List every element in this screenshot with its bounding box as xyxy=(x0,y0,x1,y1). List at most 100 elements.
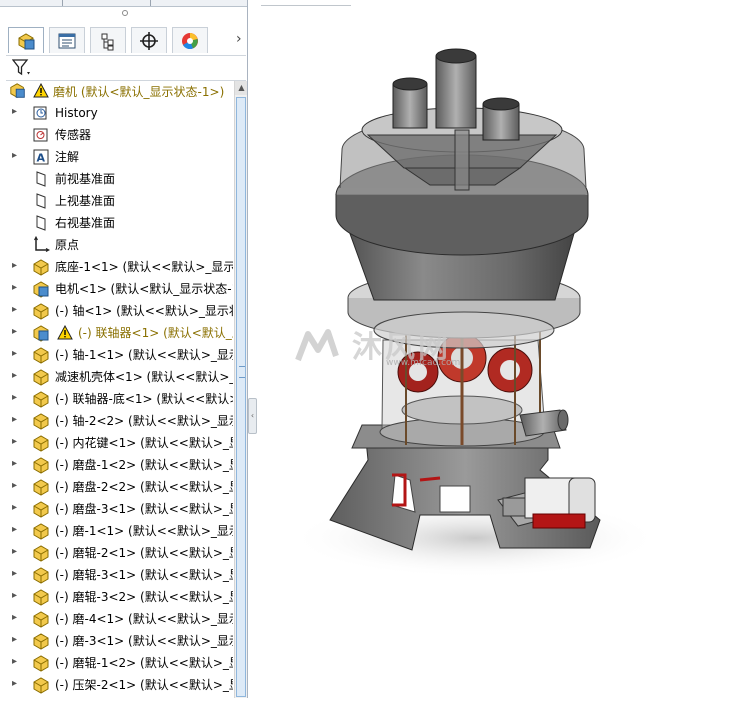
tree-item-label: 底座-1<1> (默认<<默认>_显示状 xyxy=(55,260,233,274)
part-icon xyxy=(32,522,50,540)
tree-item-label: 上视基准面 xyxy=(55,194,116,208)
graphics-area[interactable]: 沐风网 www.mfcad.com xyxy=(260,0,747,698)
tree-item-label: (-) 压架-2<1> (默认<<默认>_显 xyxy=(55,678,233,692)
part-icon xyxy=(32,346,50,364)
expand-arrow-icon[interactable]: ▸ xyxy=(12,414,22,426)
tree-item[interactable]: ▸ (-) 轴-2<2> (默认<<默认>_显示 xyxy=(0,410,233,432)
scroll-thumb[interactable] xyxy=(236,97,246,697)
tree-item-label: (-) 磨-4<1> (默认<<默认>_显示 xyxy=(55,612,233,626)
expand-arrow-icon[interactable]: ▸ xyxy=(12,260,22,272)
tree-item[interactable]: 上视基准面 xyxy=(0,190,233,212)
expand-arrow-icon[interactable]: ▸ xyxy=(12,634,22,646)
tree-item[interactable]: ▸ (-) 磨盘-1<2> (默认<<默认>_显 xyxy=(0,454,233,476)
tree-item-label: (-) 轴-2<2> (默认<<默认>_显示 xyxy=(55,414,233,428)
tree-item[interactable]: 右视基准面 xyxy=(0,212,233,234)
expand-arrow-icon[interactable]: ▸ xyxy=(12,458,22,470)
tab-property-manager[interactable] xyxy=(49,27,85,53)
tab-dimxpert[interactable] xyxy=(131,27,167,53)
plane-icon xyxy=(32,192,50,210)
part-icon xyxy=(32,500,50,518)
manager-tabbar: › xyxy=(8,27,247,55)
tab-display-manager[interactable] xyxy=(172,27,208,53)
tree-root-label: 磨机 (默认<默认_显示状态-1>) xyxy=(53,85,225,99)
tree-item-label: 传感器 xyxy=(55,128,92,142)
part-icon xyxy=(32,456,50,474)
tree-item[interactable]: ▸ 电机<1> (默认<默认_显示状态-1 xyxy=(0,278,233,300)
panel-splitter[interactable] xyxy=(248,0,260,698)
property-manager-icon xyxy=(58,33,76,48)
tree-item[interactable]: 前视基准面 xyxy=(0,168,233,190)
tree-item-label: 右视基准面 xyxy=(55,216,116,230)
display-manager-icon xyxy=(182,32,198,49)
origin-icon xyxy=(32,235,51,254)
tree-item[interactable]: ▸ (-) 磨-1<1> (默认<<默认>_显示 xyxy=(0,520,233,542)
expand-arrow-icon[interactable]: ▸ xyxy=(12,326,22,338)
part-icon xyxy=(32,258,50,276)
tree-item-label: (-) 磨辊-3<2> (默认<<默认>_显 xyxy=(55,590,233,604)
tree-item[interactable]: ▸ (-) 磨-4<1> (默认<<默认>_显示 xyxy=(0,608,233,630)
expand-arrow-icon[interactable]: ▸ xyxy=(12,304,22,316)
expand-arrow-icon[interactable]: ▸ xyxy=(12,106,22,118)
tree-item[interactable]: ▸ (-) 轴<1> (默认<<默认>_显示状 xyxy=(0,300,233,322)
tree-item[interactable]: ▸ (-) 内花键<1> (默认<<默认>_显 xyxy=(0,432,233,454)
expand-arrow-icon[interactable]: ▸ xyxy=(12,502,22,514)
tab-configuration-manager[interactable] xyxy=(90,27,126,53)
tree-item[interactable]: ▸ (-) 磨-3<1> (默认<<默认>_显示 xyxy=(0,630,233,652)
expand-arrow-icon[interactable]: ▸ xyxy=(12,392,22,404)
panel-top-strip xyxy=(0,0,247,7)
expand-arrow-icon[interactable]: ▸ xyxy=(12,348,22,360)
plane-icon xyxy=(32,170,50,188)
tree-item[interactable]: ▸ (-) 磨盘-2<2> (默认<<默认>_显 xyxy=(0,476,233,498)
tree-item[interactable]: ▸ (-) 压架-2<1> (默认<<默认>_显 xyxy=(0,674,233,696)
assembly-icon xyxy=(32,324,50,342)
collapse-panel-handle[interactable]: ‹ xyxy=(248,398,257,434)
tree-item[interactable]: ▸ 底座-1<1> (默认<<默认>_显示状 xyxy=(0,256,233,278)
tree-item[interactable]: ▸ 减速机壳体<1> (默认<<默认>_显 xyxy=(0,366,233,388)
expand-arrow-icon[interactable]: ▸ xyxy=(12,590,22,602)
tree-item[interactable]: ▸ (-) 磨辊-3<2> (默认<<默认>_显 xyxy=(0,586,233,608)
expand-arrow-icon[interactable]: ▸ xyxy=(12,480,22,492)
tree-item-label: 电机<1> (默认<默认_显示状态-1 xyxy=(55,282,233,296)
scroll-up-arrow-icon[interactable]: ▲ xyxy=(235,81,247,95)
part-icon xyxy=(32,478,50,496)
tab-scroll-right-icon[interactable]: › xyxy=(236,31,242,47)
expand-arrow-icon[interactable]: ▸ xyxy=(12,150,22,162)
part-icon xyxy=(32,412,50,430)
expand-arrow-icon[interactable]: ▸ xyxy=(12,436,22,448)
part-icon xyxy=(32,588,50,606)
expand-arrow-icon[interactable]: ▸ xyxy=(12,678,22,690)
tree-item[interactable]: ▸ History xyxy=(0,102,233,124)
tree-root-assembly[interactable]: 磨机 (默认<默认_显示状态-1>) xyxy=(0,81,233,101)
tree-item[interactable]: ▸ (-) 联轴器<1> (默认<默认_显 xyxy=(0,322,233,344)
part-icon xyxy=(32,544,50,562)
expand-arrow-icon[interactable]: ▸ xyxy=(12,524,22,536)
tree-item[interactable]: 原点 xyxy=(0,234,233,256)
plane-icon xyxy=(32,214,50,232)
tree-item[interactable]: ▸ (-) 轴-1<1> (默认<<默认>_显示 xyxy=(0,344,233,366)
expand-arrow-icon[interactable]: ▸ xyxy=(12,656,22,668)
expand-arrow-icon[interactable]: ▸ xyxy=(12,568,22,580)
tree-item[interactable]: ▸ A 注解 xyxy=(0,146,233,168)
part-icon xyxy=(32,434,50,452)
tree-item[interactable]: ▸ (-) 磨辊-3<1> (默认<<默认>_显 xyxy=(0,564,233,586)
tree-item-label: (-) 磨盘-2<2> (默认<<默认>_显 xyxy=(55,480,233,494)
expand-arrow-icon[interactable]: ▸ xyxy=(12,612,22,624)
expand-arrow-icon[interactable]: ▸ xyxy=(12,282,22,294)
expand-arrow-icon[interactable]: ▸ xyxy=(12,370,22,382)
tree-item[interactable]: ▸ (-) 磨辊-2<1> (默认<<默认>_显 xyxy=(0,542,233,564)
warning-icon xyxy=(57,324,73,341)
tree-item[interactable]: ▸ (-) 联轴器-底<1> (默认<<默认> xyxy=(0,388,233,410)
filter-icon[interactable] xyxy=(12,59,32,77)
tree-scrollbar[interactable]: ▲ xyxy=(234,81,247,698)
expand-arrow-icon[interactable]: ▸ xyxy=(12,546,22,558)
dimxpert-icon xyxy=(140,31,158,50)
tree-item[interactable]: ▸ (-) 磨辊-1<2> (默认<<默认>_显 xyxy=(0,652,233,674)
tree-item[interactable]: 传感器 xyxy=(0,124,233,146)
feature-manager-icon xyxy=(18,32,35,50)
tree-item[interactable]: ▸ (-) 磨盘-3<1> (默认<<默认>_显 xyxy=(0,498,233,520)
feature-manager-panel: › 磨机 (默认<默认_显示状态-1>) ▸ History 传感器 ▸ A 注解 前视基准… xyxy=(0,0,248,698)
tab-feature-manager[interactable] xyxy=(8,27,44,53)
tree-item-label: (-) 磨盘-1<2> (默认<<默认>_显 xyxy=(55,458,233,472)
panel-resize-grip[interactable] xyxy=(122,10,128,16)
part-icon xyxy=(32,676,50,694)
